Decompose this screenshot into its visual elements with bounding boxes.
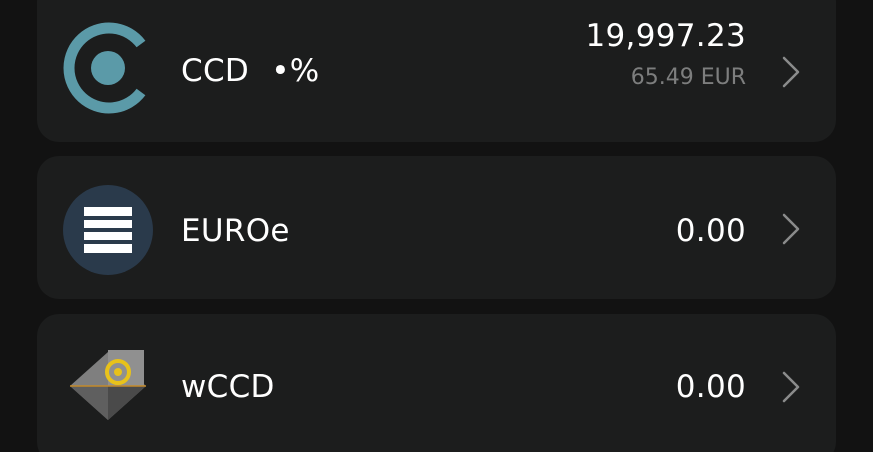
concordium-logo-icon [63, 22, 146, 114]
chevron-right-icon[interactable] [780, 370, 802, 404]
token-balance: 0.00 [675, 369, 746, 405]
token-name: CCD •% [181, 53, 320, 89]
chevron-right-icon[interactable] [780, 212, 802, 246]
token-symbol: CCD [181, 53, 250, 89]
chevron-right-icon[interactable] [780, 55, 802, 89]
token-symbol: EUROe [181, 213, 290, 249]
token-balance: 0.00 [675, 213, 746, 249]
fiat-balance: 65.49 EUR [630, 65, 746, 90]
token-row-ccd[interactable]: CCD •% 19,997.23 65.49 EUR [37, 0, 836, 142]
euroe-logo-icon [63, 185, 153, 275]
staking-badge: •% [271, 53, 320, 89]
token-symbol: wCCD [181, 369, 275, 405]
token-list: CCD •% 19,997.23 65.49 EUR EUROe 0.00 wC… [0, 0, 873, 452]
wccd-logo-icon [70, 350, 146, 420]
token-row-euroe[interactable]: EUROe 0.00 [37, 156, 836, 299]
token-balance: 19,997.23 [585, 18, 746, 54]
token-row-wccd[interactable]: wCCD 0.00 [37, 314, 836, 452]
